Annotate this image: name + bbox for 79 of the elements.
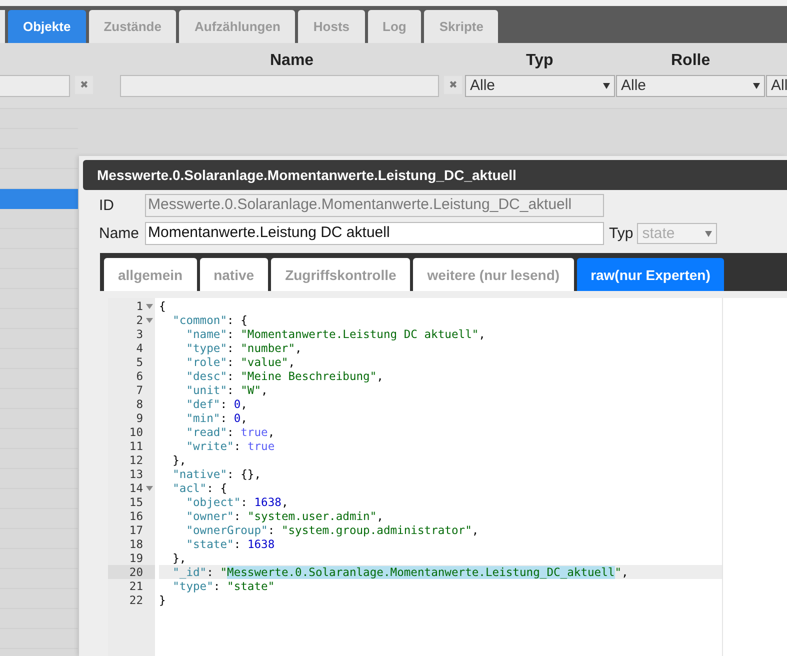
code-line: "desc": "Meine Beschreibung", <box>185 370 384 383</box>
fold-icon[interactable] <box>146 318 152 322</box>
line-number: 13 <box>129 468 143 480</box>
tab[interactable]: weitere (nur lesend) <box>413 258 574 291</box>
code-line: "object": 1638, <box>185 496 288 509</box>
line-number: 19 <box>129 552 143 564</box>
tab[interactable]: raw(nur Experten) <box>576 258 724 291</box>
code-line: "ownerGroup": "system.group.administrator", <box>185 524 479 537</box>
code-line: }, <box>172 454 186 467</box>
code-line: "read": true, <box>185 426 275 439</box>
tab[interactable]: Log <box>368 10 422 43</box>
line-number: 1 <box>136 300 143 312</box>
filter-select[interactable]: All <box>766 75 787 97</box>
fold-icon[interactable] <box>146 486 152 490</box>
filter-field[interactable] <box>120 75 439 97</box>
line-number: 20 <box>129 566 143 578</box>
caret-icon <box>603 83 610 89</box>
line-number: 9 <box>136 412 143 424</box>
code-line: "state": 1638 <box>185 538 275 551</box>
line-number: 14 <box>129 482 143 494</box>
code-line: "owner": "system.user.admin", <box>185 510 384 523</box>
line-number: 15 <box>129 496 143 508</box>
code-line: "_id": "Messwerte.0.Solaranlage.Momentanwerte.Leistung_DC_aktuell", <box>172 566 628 579</box>
line-number: 8 <box>136 398 143 410</box>
tab[interactable]: Zugriffskontrolle <box>271 258 410 291</box>
column-label: Typ <box>526 52 554 70</box>
code-line: "name": "Momentanwerte.Leistung DC aktuell", <box>185 328 486 341</box>
code-line: "type": "state" <box>172 580 275 593</box>
code-line: "common": { <box>172 314 248 327</box>
role-select[interactable]: Alle <box>616 75 765 97</box>
type-select[interactable]: Alle <box>465 75 615 97</box>
tab[interactable]: Hosts <box>298 10 365 43</box>
column-label: Rolle <box>671 52 710 70</box>
line-number: 5 <box>136 356 143 368</box>
line-number: 7 <box>136 384 143 396</box>
field-label: Typ <box>609 225 634 242</box>
line-number: 17 <box>129 524 143 536</box>
line-number: 22 <box>129 594 143 606</box>
column-label: Name <box>270 52 314 70</box>
line-number: 2 <box>136 314 143 326</box>
line-number: 3 <box>136 328 143 340</box>
line-number: 16 <box>129 510 143 522</box>
code-line: "type": "number", <box>185 342 302 355</box>
caret-icon <box>753 83 760 89</box>
line-number: 6 <box>136 370 143 382</box>
fold-icon[interactable] <box>146 304 152 308</box>
clear-button[interactable]: ✖ <box>444 76 462 94</box>
list-row[interactable] <box>0 189 78 209</box>
clear-button[interactable]: ✖ <box>75 76 93 94</box>
code-line: "write": true <box>185 440 275 453</box>
code-line: } <box>159 594 166 607</box>
field-label: Name <box>99 225 140 242</box>
line-number: 12 <box>129 454 143 466</box>
id-field[interactable]: Messwerte.0.Solaranlage.Momentanwerte.Leistung_DC_aktuell <box>145 194 604 217</box>
code-line: "role": "value", <box>185 356 296 369</box>
code-line: }, <box>172 552 186 565</box>
filter-field[interactable] <box>0 75 70 97</box>
tab[interactable]: native <box>200 258 268 291</box>
tab[interactable]: Aufzählungen <box>179 10 296 43</box>
line-number: 4 <box>136 342 143 354</box>
tab[interactable]: Objekte <box>8 10 86 43</box>
tab[interactable]: Skripte <box>424 10 498 43</box>
dialog-title: Messwerte.0.Solaranlage.Momentanwerte.Leistung_DC_aktuell <box>83 160 787 190</box>
field-label: ID <box>99 197 115 214</box>
tab[interactable]: allgemein <box>104 258 197 291</box>
code-line: { <box>159 300 166 313</box>
name-field[interactable]: Momentanwerte.Leistung DC aktuell <box>145 222 604 245</box>
caret-icon <box>705 230 712 236</box>
code-editor[interactable] <box>108 298 787 656</box>
code-line: "min": 0, <box>185 412 248 425</box>
line-number: 11 <box>129 440 143 452</box>
code-line: "acl": { <box>172 482 228 495</box>
code-line: "def": 0, <box>185 398 248 411</box>
tab[interactable]: Zustände <box>88 10 176 43</box>
code-line: "unit": "W", <box>185 384 268 397</box>
line-number: 18 <box>129 538 143 550</box>
line-number: 21 <box>129 580 143 592</box>
line-number: 10 <box>129 426 143 438</box>
code-line: "native": {}, <box>172 468 262 481</box>
